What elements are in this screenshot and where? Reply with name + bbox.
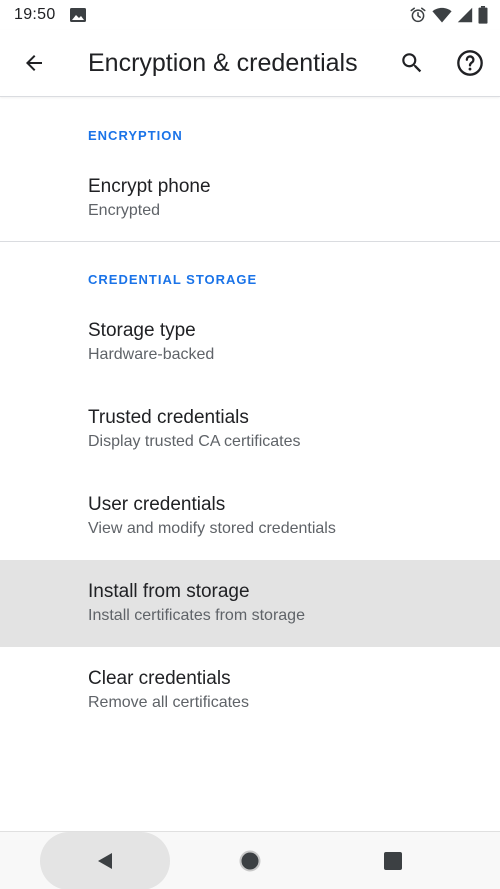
status-bar: 19:50: [0, 0, 500, 30]
help-button[interactable]: [450, 43, 490, 83]
signal-icon: [457, 7, 473, 23]
nav-back-icon: [98, 853, 112, 869]
nav-recents-button[interactable]: [383, 851, 403, 871]
pref-title: Encrypt phone: [88, 176, 211, 197]
system-nav-bar: [0, 831, 500, 889]
pref-summary: View and modify stored credentials: [88, 520, 336, 537]
recents-square-icon: [384, 852, 402, 870]
wifi-icon: [432, 6, 452, 24]
nav-home-button[interactable]: [238, 849, 262, 873]
page-title: Encryption & credentials: [88, 49, 358, 77]
help-circle-icon: [457, 50, 483, 76]
category-credential-storage: CREDENTIAL STORAGE: [88, 272, 258, 287]
pref-summary: Display trusted CA certificates: [88, 433, 301, 450]
pref-title: Install from storage: [88, 581, 250, 602]
app-bar: Encryption & credentials: [0, 30, 500, 97]
status-time: 19:50: [14, 6, 56, 23]
pref-title: Trusted credentials: [88, 407, 249, 428]
category-encryption: ENCRYPTION: [88, 128, 183, 143]
pref-title: Storage type: [88, 320, 196, 341]
pref-encrypt-phone[interactable]: Encrypt phone Encrypted: [0, 161, 500, 241]
pref-trusted-credentials[interactable]: Trusted credentials Display trusted CA c…: [0, 386, 500, 473]
nav-back-button[interactable]: [40, 832, 170, 889]
pref-summary: Remove all certificates: [88, 694, 249, 711]
pref-user-credentials[interactable]: User credentials View and modify stored …: [0, 473, 500, 560]
pref-storage-type[interactable]: Storage type Hardware-backed: [0, 299, 500, 386]
settings-screen: 19:50 Encryption & credentials ENCRYPTIO…: [0, 0, 500, 889]
pref-summary: Hardware-backed: [88, 346, 215, 363]
section-divider: [0, 241, 500, 242]
home-circle-icon: [239, 850, 261, 872]
search-button[interactable]: [392, 43, 432, 83]
pref-summary: Encrypted: [88, 202, 161, 219]
pref-title: User credentials: [88, 494, 226, 515]
battery-icon: [478, 6, 488, 24]
image-notification-icon: [70, 8, 86, 22]
pref-summary: Install certificates from storage: [88, 607, 305, 624]
arrow-back-icon: [26, 55, 42, 71]
pref-title: Clear credentials: [88, 668, 231, 689]
pref-clear-credentials[interactable]: Clear credentials Remove all certificate…: [0, 647, 500, 734]
back-button[interactable]: [14, 43, 54, 83]
search-icon: [402, 53, 422, 73]
alarm-icon: [409, 6, 427, 24]
pref-install-from-storage[interactable]: Install from storage Install certificate…: [0, 560, 500, 647]
status-icons: [409, 5, 488, 25]
